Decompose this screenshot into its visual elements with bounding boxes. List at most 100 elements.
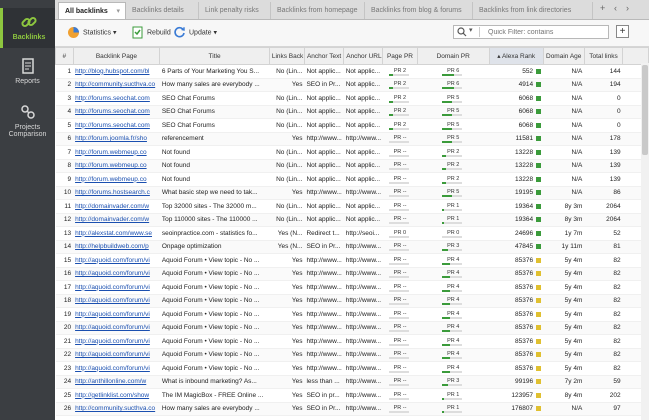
- scrollbar-thumb[interactable]: [642, 65, 648, 155]
- table-row[interactable]: 7 http://forum.webmeup.co Not found No (Lin…: [55, 145, 649, 160]
- tab-backlinks-details[interactable]: Backlinks details: [126, 2, 199, 19]
- table-row[interactable]: 22 http://aquoid.com/forum/vi Aquoid Forum…: [55, 348, 649, 362]
- table-row[interactable]: 26 http://community.sucthva.co How many sa…: [55, 402, 649, 416]
- column-header-backlink-page[interactable]: Backlink Page: [72, 47, 161, 65]
- column-header-anchor-url[interactable]: Anchor URL: [343, 47, 384, 65]
- quick-filter-input[interactable]: [488, 27, 606, 37]
- backlink-page-link[interactable]: http://aquoid.com/forum/vi: [75, 351, 150, 358]
- domain-pr-cell: PR 1: [417, 388, 490, 403]
- add-filter-button[interactable]: +: [616, 25, 629, 38]
- backlink-page-link[interactable]: http://forums.seochat.com: [75, 108, 150, 115]
- backlink-page-link[interactable]: http://forum.webmeup.co: [75, 149, 147, 156]
- backlink-page-link[interactable]: http://forum.webmeup.co: [75, 176, 147, 183]
- next-tab-icon[interactable]: ›: [626, 3, 629, 13]
- table-row[interactable]: 11 http://domainvader.com/w Top 32000 site…: [55, 199, 649, 214]
- backlink-page-link[interactable]: http://forums.hostsearch.c: [75, 189, 150, 196]
- close-icon[interactable]: ▾: [116, 3, 120, 19]
- tab-backlinks-from-blog-forums[interactable]: Backlinks from blog & forums: [365, 2, 473, 19]
- rebuild-button[interactable]: Rebuild: [131, 26, 171, 40]
- sidebar-item-backlinks[interactable]: Backlinks: [0, 8, 55, 48]
- tab-all-backlinks[interactable]: All backlinks ▾: [58, 2, 126, 19]
- backlink-page-link[interactable]: http://aquoid.com/forum/vi: [75, 324, 150, 331]
- tab-backlinks-from-link-directories[interactable]: Backlinks from link directories: [473, 2, 593, 19]
- backlink-page-link[interactable]: http://forum.joomla.fr/sho: [75, 135, 147, 142]
- page-pr-cell: PR --: [382, 199, 418, 214]
- backlink-page-link[interactable]: http://forum.webmeup.co: [75, 162, 147, 169]
- tab-link-penalty-risks[interactable]: Link penalty risks: [199, 2, 271, 19]
- table-row[interactable]: 13 http://alexstat.com/www.se seoinpractic…: [55, 226, 649, 241]
- backlink-page-link[interactable]: http://community.sucthva.co: [75, 81, 155, 88]
- table-row[interactable]: 24 http://anthillonline.com/w What is inbo…: [55, 375, 649, 389]
- column-header-alexa-rank[interactable]: ▴ Alexa Rank: [488, 47, 544, 65]
- sidebar-item-reports[interactable]: Reports: [0, 58, 55, 92]
- anchor-url-cell: http://seoi...: [343, 226, 383, 241]
- title-cell: Aquoid Forum • View topic - No ...: [159, 267, 270, 281]
- tab-backlinks-from-homepage[interactable]: Backlinks from homepage: [271, 2, 365, 19]
- backlink-page-link[interactable]: http://aquoid.com/forum/vi: [75, 284, 150, 291]
- column-header-domain-age[interactable]: Domain Age: [542, 47, 585, 65]
- table-row[interactable]: 12 http://domainvader.com/w Top 110000 sit…: [55, 213, 649, 227]
- column-header-anchor-text[interactable]: Anchor Text: [303, 47, 345, 65]
- table-row[interactable]: 19 http://aquoid.com/forum/vi Aquoid Forum…: [55, 307, 649, 322]
- table-row[interactable]: 8 http://forum.webmeup.co Not found No (Lin…: [55, 159, 649, 173]
- backlink-page-cell: http://aquoid.com/forum/vi: [73, 294, 160, 308]
- backlink-page-link[interactable]: http://aquoid.com/forum/vi: [75, 297, 150, 304]
- table-row[interactable]: 14 http://helpbuildweb.com/p Onpage optimi…: [55, 240, 649, 254]
- table-row[interactable]: 15 http://aquoid.com/forum/vi Aquoid Forum…: [55, 253, 649, 268]
- table-row[interactable]: 16 http://aquoid.com/forum/vi Aquoid Forum…: [55, 267, 649, 281]
- add-tab-icon[interactable]: +: [600, 3, 605, 13]
- column-header-title[interactable]: Title: [159, 47, 270, 65]
- anchor-url-cell: Not applic...: [343, 105, 383, 119]
- search-icon[interactable]: [457, 27, 467, 37]
- domain-pr-cell: PR 5: [417, 105, 490, 119]
- table-row[interactable]: 18 http://aquoid.com/forum/vi Aquoid Forum…: [55, 294, 649, 308]
- backlink-page-link[interactable]: http://domainvader.com/w: [75, 216, 149, 223]
- table-row[interactable]: 1 http://blog.hubspot.com/bl 6 Parts of Yo…: [55, 64, 649, 79]
- backlink-page-link[interactable]: http://community.sucthva.co: [75, 405, 155, 412]
- domain-age-cell: 5y 4m: [543, 294, 585, 308]
- table-row[interactable]: 20 http://aquoid.com/forum/vi Aquoid Forum…: [55, 321, 649, 335]
- backlink-page-link[interactable]: http://alexstat.com/www.se: [75, 230, 152, 237]
- backlink-page-link[interactable]: http://forums.seochat.com: [75, 95, 150, 102]
- backlink-page-link[interactable]: http://getlinklist.com/show: [75, 392, 149, 399]
- table-row[interactable]: 3 http://forums.seochat.com SEO Chat Forum…: [55, 91, 649, 106]
- table-row[interactable]: 23 http://aquoid.com/forum/vi Aquoid Forum…: [55, 361, 649, 376]
- page-pr-cell: PR --: [382, 186, 418, 200]
- backlink-page-link[interactable]: http://helpbuildweb.com/p: [75, 243, 149, 250]
- domain-pr-cell: PR 4: [417, 253, 490, 268]
- column-header-links-back[interactable]: Links Back: [268, 47, 305, 65]
- table-row[interactable]: 9 http://forum.webmeup.co Not found No (Lin…: [55, 172, 649, 187]
- backlink-page-link[interactable]: http://blog.hubspot.com/bl: [75, 68, 149, 75]
- vertical-scrollbar[interactable]: [641, 63, 649, 420]
- column-header-page-pr[interactable]: Page PR: [382, 47, 418, 65]
- update-button[interactable]: Update ▾: [173, 26, 217, 40]
- table-row[interactable]: 6 http://forum.joomla.fr/sho referencement…: [55, 132, 649, 146]
- backlink-page-link[interactable]: http://domainvader.com/w: [75, 203, 149, 210]
- chevron-down-icon[interactable]: ▾: [469, 26, 473, 34]
- prev-tab-icon[interactable]: ‹: [614, 3, 617, 13]
- alexa-rank-cell: 176807: [489, 402, 544, 416]
- backlink-page-link[interactable]: http://forums.seochat.com: [75, 122, 150, 129]
- column-header-domain-pr[interactable]: Domain PR: [416, 47, 490, 65]
- table-row[interactable]: 21 http://aquoid.com/forum/vi Aquoid Forum…: [55, 334, 649, 349]
- table-row[interactable]: 17 http://aquoid.com/forum/vi Aquoid Forum…: [55, 280, 649, 295]
- links-back-cell: No (Lin...: [269, 199, 305, 214]
- domain-age-cell: N/A: [543, 186, 585, 200]
- statistics-button[interactable]: Statistics ▾: [67, 26, 116, 40]
- column-header-number[interactable]: #: [55, 47, 74, 65]
- table-row[interactable]: 2 http://community.sucthva.co How many sal…: [55, 78, 649, 92]
- pr-value: PR 4: [447, 310, 460, 317]
- table-row[interactable]: 10 http://forums.hostsearch.c What basic s…: [55, 186, 649, 200]
- backlink-page-link[interactable]: http://aquoid.com/forum/vi: [75, 257, 150, 264]
- sidebar-item-projects-comparison[interactable]: Projects Comparison: [0, 104, 55, 144]
- backlink-page-link[interactable]: http://aquoid.com/forum/vi: [75, 311, 150, 318]
- column-header-total-links[interactable]: Total links: [583, 47, 624, 65]
- backlink-page-link[interactable]: http://anthillonline.com/w: [75, 378, 146, 385]
- alexa-rank-value: 85376: [514, 310, 534, 318]
- backlink-page-link[interactable]: http://aquoid.com/forum/vi: [75, 365, 150, 372]
- table-row[interactable]: 4 http://forums.seochat.com SEO Chat Forum…: [55, 105, 649, 119]
- backlink-page-link[interactable]: http://aquoid.com/forum/vi: [75, 338, 150, 345]
- table-row[interactable]: 25 http://getlinklist.com/show The IM Magi…: [55, 388, 649, 403]
- table-row[interactable]: 5 http://forums.seochat.com SEO Chat Forum…: [55, 118, 649, 133]
- backlink-page-link[interactable]: http://aquoid.com/forum/vi: [75, 270, 150, 277]
